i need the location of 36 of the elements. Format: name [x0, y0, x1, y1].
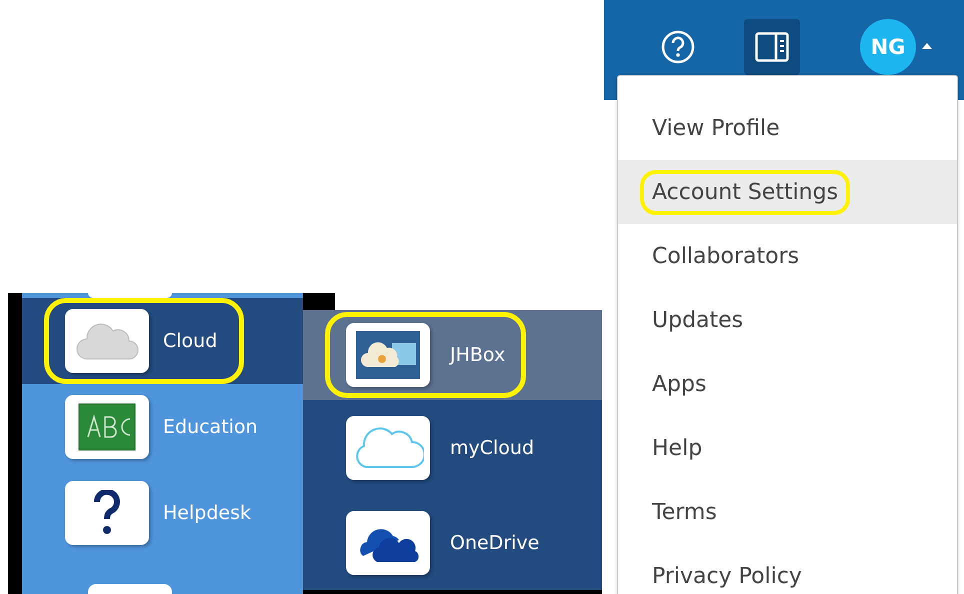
menu-item-label: Terms — [651, 498, 718, 526]
menu-item-label: Help — [651, 434, 704, 462]
app-tile-icon — [65, 395, 149, 459]
submenu-item[interactable]: myCloud — [303, 400, 602, 495]
submenu-label: OneDrive — [450, 532, 540, 554]
menu-item[interactable]: Apps — [618, 352, 957, 416]
category-item[interactable]: Cloud — [22, 298, 303, 384]
menu-item[interactable]: Account Settings — [618, 160, 957, 224]
submenu-label: JHBox — [450, 344, 506, 366]
sidebar-panel-icon — [755, 32, 789, 62]
caret-icon — [922, 43, 932, 49]
app-tile-icon — [346, 323, 430, 387]
category-label: Cloud — [163, 330, 218, 352]
app-tile-icon — [346, 510, 430, 574]
submenu-item[interactable]: JHBox — [303, 310, 602, 400]
menu-item[interactable]: Privacy Policy — [618, 544, 957, 594]
menu-item[interactable]: Help — [618, 416, 957, 480]
menu-item-label: Collaborators — [651, 242, 800, 270]
menu-item-label: Apps — [651, 370, 708, 398]
submenu-item[interactable]: OneDrive — [303, 495, 602, 590]
category-label: Helpdesk — [163, 502, 251, 524]
menu-item[interactable]: View Profile — [618, 96, 957, 160]
app-tile-icon — [65, 309, 149, 373]
menu-item-label: Updates — [651, 306, 744, 334]
menu-item-label: Account Settings — [640, 170, 850, 214]
app-tile-icon — [65, 481, 149, 545]
menu-item-label: Privacy Policy — [651, 562, 803, 590]
menu-item[interactable]: Collaborators — [618, 224, 957, 288]
category-label: Education — [163, 416, 258, 438]
panel-toggle-button[interactable] — [744, 19, 800, 75]
menu-item[interactable]: Terms — [618, 480, 957, 544]
app-tile-icon — [346, 416, 430, 480]
menu-item-label: View Profile — [651, 114, 781, 142]
submenu-label: myCloud — [450, 436, 534, 458]
menu-item[interactable]: Updates — [618, 288, 957, 352]
help-icon — [660, 29, 696, 65]
